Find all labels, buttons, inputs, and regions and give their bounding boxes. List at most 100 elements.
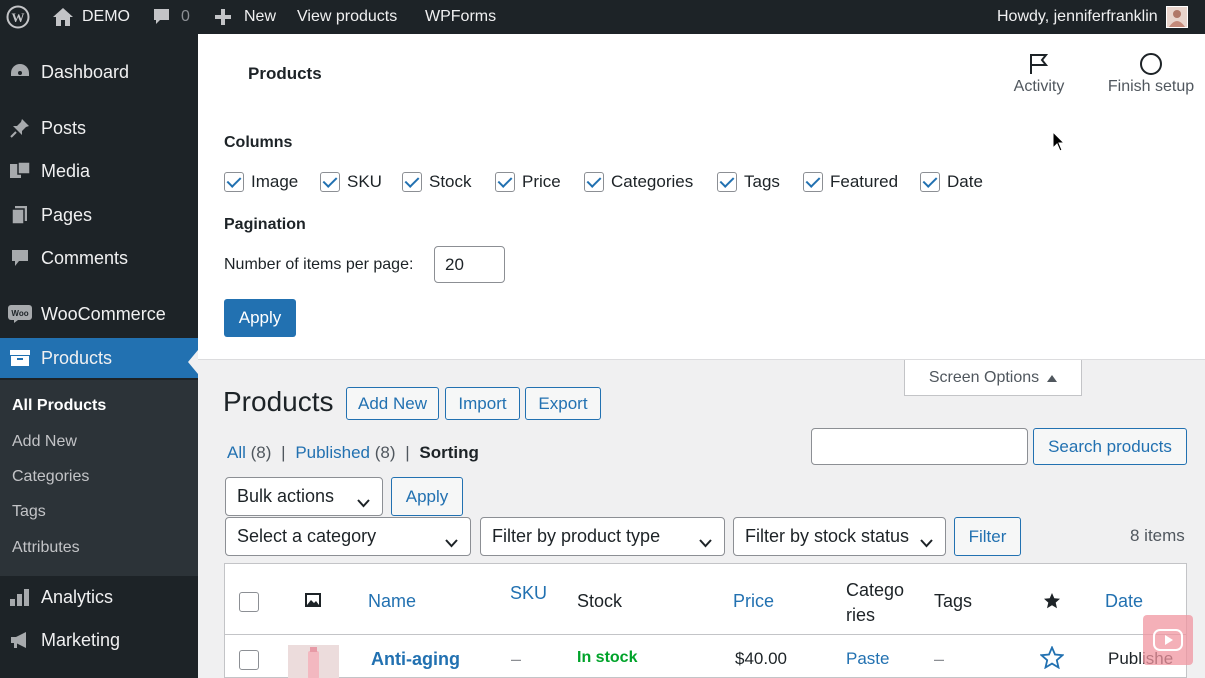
export-button[interactable]: Export (525, 387, 601, 420)
progress-circle-icon (1103, 50, 1199, 78)
sidebar-item-products[interactable]: Products (0, 338, 198, 378)
bulk-actions-select[interactable]: Bulk actions (225, 477, 383, 516)
sidebar-item-dashboard[interactable]: Dashboard (0, 52, 198, 92)
view-separator: | (405, 443, 410, 462)
column-toggle-featured[interactable]: Featured (803, 172, 898, 192)
select-all-checkbox[interactable] (239, 592, 259, 612)
sidebar-item-posts[interactable]: Posts (0, 108, 198, 148)
column-toggle-date[interactable]: Date (920, 172, 983, 192)
checkbox[interactable] (224, 172, 244, 192)
add-new-button[interactable]: Add New (346, 387, 439, 420)
video-overlay-play-icon (1143, 615, 1193, 665)
column-header-categories-line: Catego (846, 580, 905, 600)
new-content-link[interactable]: New (214, 0, 276, 34)
screen-options-tab[interactable]: Screen Options (904, 360, 1082, 396)
category-select[interactable]: Select a category (225, 517, 471, 556)
sidebar-item-comments[interactable]: Comments (0, 238, 198, 278)
archive-icon (8, 346, 32, 370)
submenu-attributes[interactable]: Attributes (12, 539, 80, 557)
product-search-input[interactable] (811, 428, 1028, 465)
column-toggle-categories[interactable]: Categories (584, 172, 693, 192)
account-link[interactable]: Howdy, jenniferfranklin (997, 0, 1188, 34)
view-sorting-link[interactable]: Sorting (419, 443, 479, 462)
sidebar-item-label: Media (41, 160, 91, 181)
woo-icon: Woo (8, 302, 32, 326)
category-select-value: Select a category (237, 526, 377, 546)
comments-link[interactable]: 0 (152, 0, 190, 34)
finish-setup-button[interactable]: Finish setup (1103, 50, 1199, 96)
column-header-date[interactable]: Date (1105, 591, 1143, 612)
sidebar-item-label: Pages (41, 204, 93, 225)
pages-icon (8, 203, 32, 227)
submenu-tags[interactable]: Tags (12, 503, 46, 521)
view-all-link[interactable]: All (227, 443, 246, 462)
column-header-price[interactable]: Price (733, 591, 774, 612)
featured-star-icon[interactable] (1039, 645, 1065, 674)
checkbox[interactable] (495, 172, 515, 192)
wpforms-label: WPForms (425, 8, 497, 25)
view-products-link[interactable]: View products (297, 0, 397, 34)
product-name-link[interactable]: Anti-aging (371, 649, 460, 670)
wordpress-logo-icon[interactable]: W (6, 0, 30, 34)
view-all-count: (8) (250, 443, 272, 462)
column-toggle-image[interactable]: Image (224, 172, 298, 192)
sidebar-item-label: Products (41, 347, 113, 368)
column-toggle-stock[interactable]: Stock (402, 172, 472, 192)
chevron-down-icon (445, 532, 458, 553)
checkbox[interactable] (402, 172, 422, 192)
column-header-tags: Tags (934, 591, 973, 611)
activity-button[interactable]: Activity (1008, 50, 1070, 96)
checkbox-label: Stock (429, 172, 472, 191)
products-table: Name SKU Stock Price Catego ries Tags Da… (224, 563, 1187, 678)
row-checkbox[interactable] (239, 650, 259, 670)
column-header-name[interactable]: Name (368, 591, 416, 612)
sidebar-item-analytics[interactable]: Analytics (0, 577, 198, 617)
media-icon (8, 159, 32, 183)
sidebar-item-pages[interactable]: Pages (0, 195, 198, 235)
column-toggle-tags[interactable]: Tags (717, 172, 780, 192)
view-products-label: View products (297, 8, 398, 25)
stock-status: In stock (577, 649, 638, 666)
checkbox[interactable] (717, 172, 737, 192)
import-button[interactable]: Import (445, 387, 520, 420)
checkbox[interactable] (320, 172, 340, 192)
product-category-link[interactable]: Paste (846, 649, 889, 669)
checkbox[interactable] (803, 172, 823, 192)
per-page-input[interactable]: 20 (434, 246, 505, 283)
pagination-heading: Pagination (224, 216, 306, 233)
checkbox-label: Featured (830, 172, 899, 191)
sidebar-item-label: WooCommerce (41, 303, 166, 324)
product-type-select[interactable]: Filter by product type (480, 517, 725, 556)
sidebar-item-woocommerce[interactable]: Woo WooCommerce (0, 294, 198, 334)
column-header-categories-line: ries (846, 605, 876, 625)
product-thumbnail[interactable] (288, 645, 339, 678)
sidebar-item-media[interactable]: Media (0, 151, 198, 191)
avatar (1165, 6, 1188, 28)
submenu-categories[interactable]: Categories (12, 468, 89, 486)
view-separator: | (281, 443, 286, 462)
star-icon[interactable] (1043, 592, 1061, 614)
checkbox[interactable] (584, 172, 604, 192)
stock-status-select[interactable]: Filter by stock status (733, 517, 946, 556)
sidebar-item-label: Marketing (41, 629, 121, 650)
wpforms-link[interactable]: WPForms (425, 0, 496, 34)
column-toggle-sku[interactable]: SKU (320, 172, 382, 192)
view-published-link[interactable]: Published (295, 443, 370, 462)
svg-text:W: W (12, 10, 25, 25)
site-name-link[interactable]: DEMO (52, 0, 130, 34)
column-header-sku[interactable]: SKU (510, 583, 547, 604)
column-toggle-price[interactable]: Price (495, 172, 561, 192)
submenu-add-new[interactable]: Add New (12, 433, 77, 451)
caret-up-icon (1047, 369, 1058, 387)
site-name: DEMO (82, 8, 130, 25)
stock-status-select-value: Filter by stock status (745, 526, 910, 546)
bulk-apply-button[interactable]: Apply (391, 477, 463, 516)
column-header-categories: Catego ries (846, 578, 904, 628)
sidebar-item-marketing[interactable]: Marketing (0, 620, 198, 660)
bulk-actions-value: Bulk actions (237, 486, 335, 506)
submenu-all-products[interactable]: All Products (12, 397, 106, 415)
search-products-button[interactable]: Search products (1033, 428, 1187, 465)
screen-options-apply-button[interactable]: Apply (224, 299, 296, 337)
checkbox[interactable] (920, 172, 940, 192)
filter-button[interactable]: Filter (954, 517, 1021, 556)
